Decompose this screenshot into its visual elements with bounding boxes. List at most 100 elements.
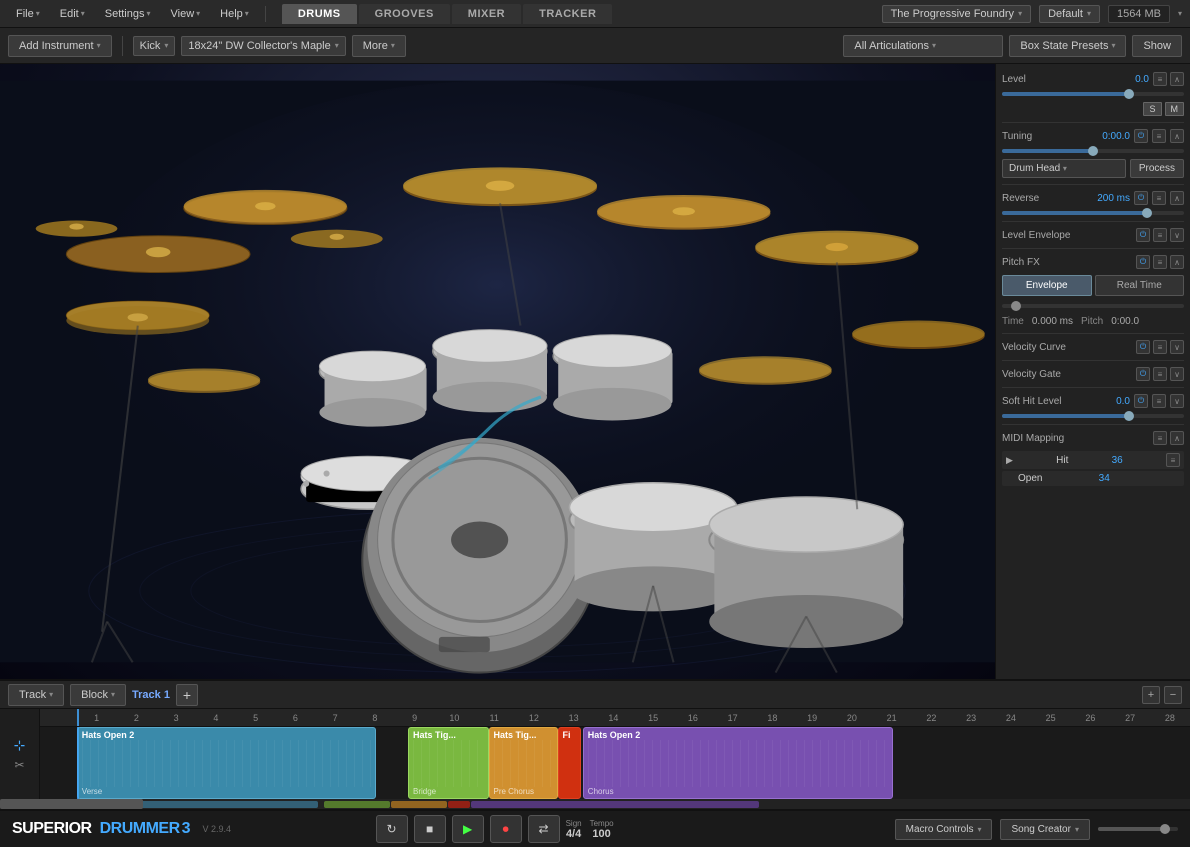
level-envelope-menu-icon[interactable]: ≡ bbox=[1153, 228, 1167, 242]
tab-drums[interactable]: DRUMS bbox=[282, 4, 357, 24]
right-panel: Level 0.0 ≡ ∧ S M Tuning 0:00.0 bbox=[995, 64, 1190, 679]
bounce-button[interactable]: ⇄ bbox=[528, 815, 560, 843]
menu-settings[interactable]: Settings ▾ bbox=[97, 6, 159, 22]
reverse-expand-icon[interactable]: ∧ bbox=[1170, 191, 1184, 205]
tab-mixer[interactable]: MIXER bbox=[452, 4, 521, 24]
velocity-gate-power-icon[interactable]: ⏻ bbox=[1136, 367, 1150, 381]
block-chorus[interactable]: Hats Open 2 Chorus bbox=[583, 727, 894, 799]
block-subtitle-verse: Verse bbox=[82, 787, 371, 796]
menu-file[interactable]: File ▾ bbox=[8, 6, 48, 22]
zoom-out-button[interactable]: − bbox=[1164, 686, 1182, 704]
envelope-tab[interactable]: Envelope bbox=[1002, 275, 1092, 296]
velocity-gate-row: Velocity Gate ⏻ ≡ ∨ bbox=[1002, 365, 1184, 383]
pitch-fx-slider[interactable] bbox=[1002, 304, 1184, 308]
seq-scrollbar[interactable] bbox=[0, 799, 1190, 809]
block-subtitle-chorus: Chorus bbox=[588, 787, 889, 796]
reverse-power-icon[interactable]: ⏻ bbox=[1134, 191, 1148, 205]
level-slider[interactable] bbox=[1002, 92, 1184, 96]
midi-mapping-menu-icon[interactable]: ≡ bbox=[1153, 431, 1167, 445]
velocity-curve-expand-icon[interactable]: ∨ bbox=[1170, 340, 1184, 354]
reverse-menu-icon[interactable]: ≡ bbox=[1152, 191, 1166, 205]
more-button[interactable]: More ▾ bbox=[352, 35, 406, 57]
tuning-slider[interactable] bbox=[1002, 149, 1184, 153]
menu-bar: File ▾ Edit ▾ Settings ▾ View ▾ Help ▾ D… bbox=[0, 0, 1190, 28]
velocity-curve-power-icon[interactable]: ⏻ bbox=[1136, 340, 1150, 354]
block-verse[interactable]: Hats Open 2 Verse bbox=[77, 727, 376, 799]
memory-display: 1564 MB bbox=[1108, 5, 1170, 23]
reverse-row: Reverse 200 ms ⏻ ≡ ∧ bbox=[1002, 189, 1184, 207]
default-preset-dropdown[interactable]: Default ▾ bbox=[1039, 5, 1100, 23]
show-button[interactable]: Show bbox=[1132, 35, 1182, 57]
soft-hit-menu-icon[interactable]: ≡ bbox=[1152, 394, 1166, 408]
record-button[interactable]: ⏺ bbox=[490, 815, 522, 843]
tuning-expand-icon[interactable]: ∧ bbox=[1170, 129, 1184, 143]
real-time-tab[interactable]: Real Time bbox=[1095, 275, 1185, 296]
soft-hit-value: 0.0 bbox=[1116, 396, 1130, 407]
level-envelope-power-icon[interactable]: ⏻ bbox=[1136, 228, 1150, 242]
kick-select[interactable]: Kick ▾ bbox=[133, 36, 176, 56]
select-tool-icon[interactable]: ⊹ bbox=[14, 737, 26, 754]
add-instrument-button[interactable]: Add Instrument ▾ bbox=[8, 35, 112, 57]
song-creator-button[interactable]: Song Creator ▾ bbox=[1000, 819, 1090, 840]
mute-button[interactable]: M bbox=[1165, 102, 1185, 116]
drum-model-select[interactable]: 18x24" DW Collector's Maple ▾ bbox=[181, 36, 345, 56]
soft-hit-label: Soft Hit Level bbox=[1002, 396, 1061, 407]
cut-tool-icon[interactable]: ✂ bbox=[14, 758, 24, 772]
menu-edit[interactable]: Edit ▾ bbox=[52, 6, 93, 22]
menu-view[interactable]: View ▾ bbox=[163, 6, 209, 22]
zoom-in-button[interactable]: + bbox=[1142, 686, 1160, 704]
velocity-gate-menu-icon[interactable]: ≡ bbox=[1153, 367, 1167, 381]
reverse-slider[interactable] bbox=[1002, 211, 1184, 215]
drum-kit-visual bbox=[0, 64, 995, 679]
tuning-value: 0:00.0 bbox=[1102, 131, 1130, 142]
pitch-fx-power-icon[interactable]: ⏻ bbox=[1136, 255, 1150, 269]
soft-hit-slider[interactable] bbox=[1002, 414, 1184, 418]
level-expand-icon[interactable]: ∧ bbox=[1170, 72, 1184, 86]
logo-superior: SUPERIOR bbox=[12, 820, 92, 838]
hit-label: Hit bbox=[1056, 455, 1068, 466]
block-fi[interactable]: Fi bbox=[558, 727, 581, 799]
bottom-bar: SUPERIOR DRUMMER 3 V 2.9.4 ↻ ■ ▶ ⏺ ⇄ Sig… bbox=[0, 809, 1190, 847]
velocity-gate-label: Velocity Gate bbox=[1002, 369, 1061, 380]
kit-preset-dropdown[interactable]: The Progressive Foundry ▾ bbox=[882, 5, 1032, 23]
top-right-controls: The Progressive Foundry ▾ Default ▾ 1564… bbox=[882, 5, 1182, 23]
tab-grooves[interactable]: GROOVES bbox=[359, 4, 450, 24]
track-button[interactable]: Track ▾ bbox=[8, 684, 64, 706]
process-button[interactable]: Process bbox=[1130, 159, 1184, 178]
menu-help[interactable]: Help ▾ bbox=[212, 6, 257, 22]
play-button[interactable]: ▶ bbox=[452, 815, 484, 843]
block-pattern-prechorus bbox=[494, 740, 553, 787]
block-bridge[interactable]: Hats Tig... Bridge bbox=[408, 727, 489, 799]
drum-area[interactable] bbox=[0, 64, 995, 679]
master-volume-slider[interactable] bbox=[1098, 827, 1178, 831]
tab-tracker[interactable]: TRACKER bbox=[523, 4, 612, 24]
main-area: Level 0.0 ≡ ∧ S M Tuning 0:00.0 bbox=[0, 64, 1190, 679]
pitch-fx-expand-icon[interactable]: ∧ bbox=[1170, 255, 1184, 269]
solo-button[interactable]: S bbox=[1143, 102, 1161, 116]
level-menu-icon[interactable]: ≡ bbox=[1153, 72, 1167, 86]
tuning-power-icon[interactable]: ⏻ bbox=[1134, 129, 1148, 143]
loop-button[interactable]: ↻ bbox=[376, 815, 408, 843]
level-envelope-label: Level Envelope bbox=[1002, 230, 1070, 241]
midi-mapping-row: MIDI Mapping ≡ ∧ bbox=[1002, 429, 1184, 447]
macro-controls-button[interactable]: Macro Controls ▾ bbox=[895, 819, 993, 840]
pitch-value: 0:00.0 bbox=[1111, 316, 1139, 327]
hit-menu-icon[interactable]: ≡ bbox=[1166, 453, 1180, 467]
velocity-gate-expand-icon[interactable]: ∨ bbox=[1170, 367, 1184, 381]
stop-button[interactable]: ■ bbox=[414, 815, 446, 843]
block-pre-chorus[interactable]: Hats Tig... Pre Chorus bbox=[489, 727, 558, 799]
box-state-presets-button[interactable]: Box State Presets ▾ bbox=[1009, 35, 1126, 57]
midi-mapping-expand-icon[interactable]: ∧ bbox=[1170, 431, 1184, 445]
all-articulations-dropdown[interactable]: All Articulations ▾ bbox=[843, 35, 1003, 57]
soft-hit-expand-icon[interactable]: ∨ bbox=[1170, 394, 1184, 408]
tuning-menu-icon[interactable]: ≡ bbox=[1152, 129, 1166, 143]
add-track-button[interactable]: + bbox=[176, 684, 198, 706]
velocity-curve-menu-icon[interactable]: ≡ bbox=[1153, 340, 1167, 354]
level-envelope-expand-icon[interactable]: ∨ bbox=[1170, 228, 1184, 242]
drum-head-select[interactable]: Drum Head ▾ bbox=[1002, 159, 1126, 178]
pitch-fx-menu-icon[interactable]: ≡ bbox=[1153, 255, 1167, 269]
block-subtitle-bridge: Bridge bbox=[413, 787, 484, 796]
block-button[interactable]: Block ▾ bbox=[70, 684, 126, 706]
soft-hit-power-icon[interactable]: ⏻ bbox=[1134, 394, 1148, 408]
level-envelope-row: Level Envelope ⏻ ≡ ∨ bbox=[1002, 226, 1184, 244]
